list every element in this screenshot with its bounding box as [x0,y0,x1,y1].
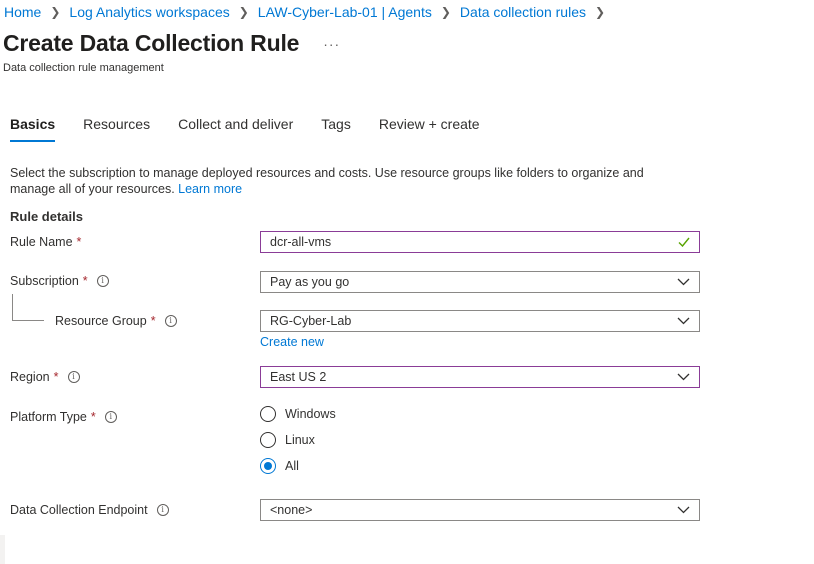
region-label: Region * i [10,370,80,384]
required-marker: * [90,410,96,424]
breadcrumb: Home ❯ Log Analytics workspaces ❯ LAW-Cy… [4,3,614,21]
section-title: Rule details [10,209,83,224]
tab-tags[interactable]: Tags [321,116,351,142]
description: Select the subscription to manage deploy… [10,165,690,197]
info-icon[interactable]: i [67,371,80,383]
chevron-down-icon [677,373,690,381]
required-marker: * [82,274,88,288]
more-options-icon[interactable]: ··· [323,36,340,52]
region-value: East US 2 [270,370,327,384]
subscription-label-text: Subscription [10,274,79,288]
platform-type-label: Platform Type * i [10,410,117,424]
tab-bar: Basics Resources Collect and deliver Tag… [10,116,508,142]
checkmark-icon [678,237,690,247]
rule-name-label-text: Rule Name [10,235,73,249]
chevron-down-icon [677,506,690,514]
tab-review-create[interactable]: Review + create [379,116,480,142]
tab-resources[interactable]: Resources [83,116,150,142]
radio-button-unchecked[interactable] [260,432,276,448]
info-icon[interactable]: i [164,315,177,327]
page-subtitle: Data collection rule management [3,62,164,74]
radio-linux[interactable]: Linux [260,432,315,448]
region-label-text: Region [10,370,50,384]
subscription-dropdown[interactable]: Pay as you go [260,271,700,293]
radio-button-unchecked[interactable] [260,406,276,422]
tree-connector-horizontal [12,320,44,321]
chevron-down-icon [677,317,690,325]
chevron-down-icon [677,278,690,286]
required-marker: * [150,314,156,328]
learn-more-link[interactable]: Learn more [178,182,242,196]
endpoint-label-text: Data Collection Endpoint [10,503,148,517]
info-icon[interactable]: i [96,275,109,287]
subscription-value: Pay as you go [270,275,350,289]
tab-basics[interactable]: Basics [10,116,56,142]
radio-linux-label: Linux [285,433,315,447]
resource-group-dropdown[interactable]: RG-Cyber-Lab [260,310,700,332]
radio-all-label: All [285,459,299,473]
region-dropdown[interactable]: East US 2 [260,366,700,388]
info-icon[interactable]: i [156,504,169,516]
endpoint-dropdown[interactable]: <none> [260,499,700,521]
chevron-right-icon: ❯ [440,5,451,19]
info-icon[interactable]: i [104,411,117,423]
required-marker: * [76,235,82,249]
chevron-right-icon: ❯ [238,5,249,19]
required-marker: * [53,370,59,384]
chevron-right-icon: ❯ [50,5,61,19]
description-text: Select the subscription to manage deploy… [10,166,644,196]
radio-windows[interactable]: Windows [260,406,336,422]
endpoint-label: Data Collection Endpoint i [10,503,169,517]
page-header: Create Data Collection Rule ··· [3,30,340,57]
subscription-label: Subscription * i [10,274,109,288]
create-new-link[interactable]: Create new [260,335,324,349]
resource-group-label: Resource Group * i [55,314,177,328]
platform-type-label-text: Platform Type [10,410,87,424]
rule-name-input[interactable]: dcr-all-vms [260,231,700,253]
radio-button-checked[interactable] [260,458,276,474]
breadcrumb-home[interactable]: Home [4,4,41,20]
chevron-right-icon: ❯ [594,5,606,19]
breadcrumb-log-analytics-workspaces[interactable]: Log Analytics workspaces [69,4,229,20]
page-title: Create Data Collection Rule [3,30,300,56]
tree-connector-vertical [12,294,13,320]
rule-name-value: dcr-all-vms [270,235,332,249]
resource-group-value: RG-Cyber-Lab [270,314,352,328]
radio-windows-label: Windows [285,407,336,421]
tab-collect-and-deliver[interactable]: Collect and deliver [178,116,293,142]
radio-all[interactable]: All [260,458,299,474]
breadcrumb-data-collection-rules[interactable]: Data collection rules [460,4,586,20]
left-edge-strip [0,535,5,564]
breadcrumb-workspace-agents[interactable]: LAW-Cyber-Lab-01 | Agents [258,4,432,20]
rule-name-label: Rule Name * [10,235,81,249]
endpoint-value: <none> [270,503,313,517]
resource-group-label-text: Resource Group [55,314,147,328]
